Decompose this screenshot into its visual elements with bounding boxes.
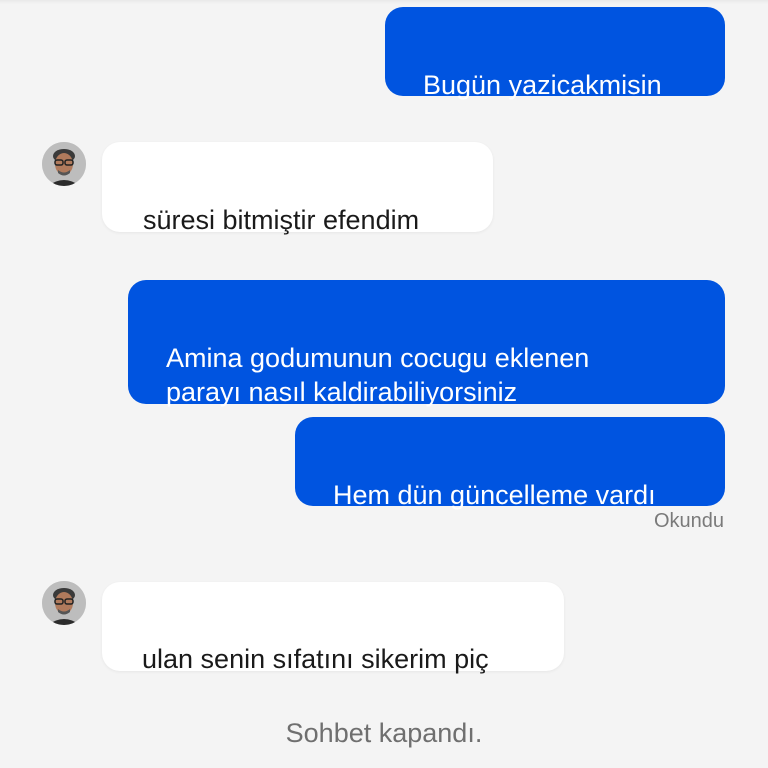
agent-avatar	[42, 581, 86, 625]
message-text: Bugün yazicakmisin	[423, 70, 662, 100]
message-incoming[interactable]: ulan senin sıfatını sikerim piç	[102, 582, 564, 674]
message-outgoing[interactable]: Amina godumunun cocugu eklenen parayı na…	[128, 280, 725, 407]
top-divider	[0, 0, 768, 4]
message-text: Amina godumunun cocugu eklenen parayı na…	[166, 343, 590, 407]
message-text: süresi bitmiştir efendim	[143, 205, 420, 235]
message-outgoing[interactable]: Bugün yazicakmisin	[385, 7, 725, 100]
message-text: ulan senin sıfatını sikerim piç	[142, 644, 489, 674]
agent-avatar	[42, 142, 86, 186]
chat-closed-notice: Sohbet kapandı.	[285, 718, 483, 748]
agent-avatar-image	[42, 581, 86, 625]
chat-conversation: Bugün yazicakmisin süresi bitmiştir efen…	[0, 0, 768, 768]
agent-avatar-image	[42, 142, 86, 186]
message-outgoing[interactable]: Hem dün güncelleme vardı	[295, 417, 725, 510]
read-receipt: Okundu	[653, 510, 724, 532]
message-incoming[interactable]: süresi bitmiştir efendim	[102, 142, 493, 235]
message-text: Hem dün güncelleme vardı	[333, 480, 656, 510]
